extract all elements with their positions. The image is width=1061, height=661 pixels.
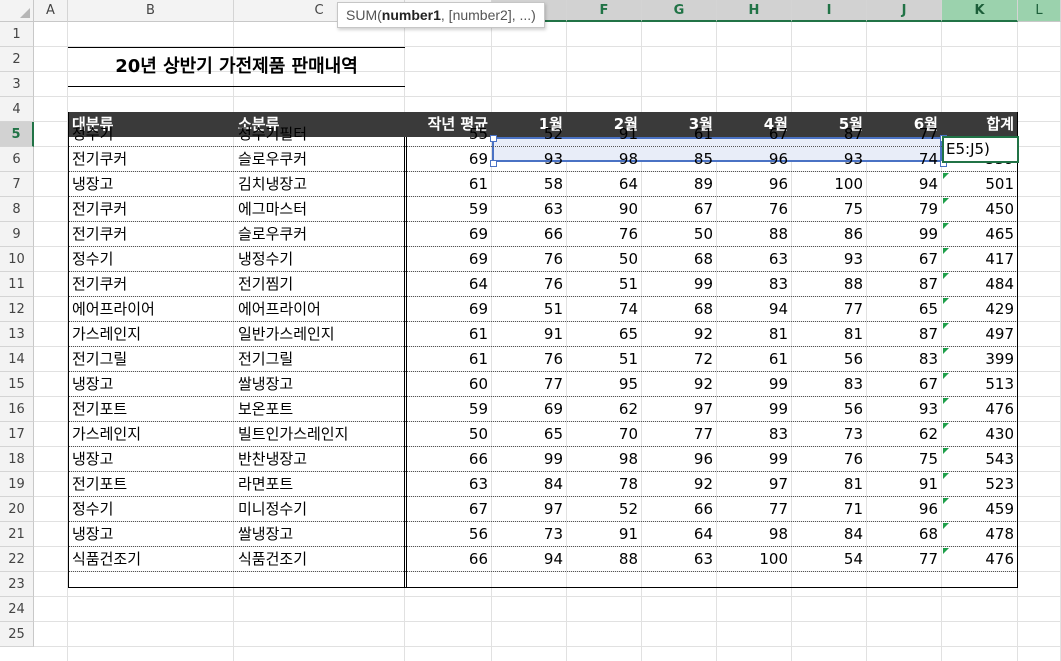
row-header-18[interactable]: 18 <box>0 447 34 472</box>
row-header-7[interactable]: 7 <box>0 172 34 197</box>
tooltip-function-name: SUM( <box>346 7 382 23</box>
row-header-21[interactable]: 21 <box>0 522 34 547</box>
column-header-k[interactable]: K <box>942 0 1018 22</box>
column-header-j[interactable]: J <box>867 0 942 22</box>
tooltip-current-argument: number1 <box>381 7 441 23</box>
row-header-19[interactable]: 19 <box>0 472 34 497</box>
row-header-11[interactable]: 11 <box>0 272 34 297</box>
row-header-23[interactable]: 23 <box>0 572 34 597</box>
row-header-5[interactable]: 5 <box>0 122 34 147</box>
column-header-i[interactable]: I <box>792 0 867 22</box>
row-header-3[interactable]: 3 <box>0 72 34 97</box>
row-header-10[interactable]: 10 <box>0 247 34 272</box>
function-argument-tooltip: SUM(number1, [number2], ...) <box>337 2 545 28</box>
row-header-6[interactable]: 6 <box>0 147 34 172</box>
row-header-8[interactable]: 8 <box>0 197 34 222</box>
active-cell-formula-text[interactable]: E5:J5) <box>944 137 1017 162</box>
sheet-title[interactable]: 20년 상반기 가전제품 판매내역 <box>68 47 405 87</box>
row-header-24[interactable]: 24 <box>0 597 34 622</box>
active-cell-k5[interactable]: E5:J5) <box>942 136 1019 163</box>
column-divider <box>406 137 407 588</box>
tooltip-remaining-arguments: , [number2], ...) <box>440 7 536 23</box>
row-header-20[interactable]: 20 <box>0 497 34 522</box>
row-header-4[interactable]: 4 <box>0 97 34 122</box>
row-header-14[interactable]: 14 <box>0 347 34 372</box>
column-header-a[interactable]: A <box>34 0 68 22</box>
gridline-horizontal <box>34 96 1061 97</box>
row-header-17[interactable]: 17 <box>0 422 34 447</box>
gridline-horizontal <box>34 621 1061 622</box>
column-header-l[interactable]: L <box>1018 0 1061 22</box>
column-header-g[interactable]: G <box>642 0 717 22</box>
row-header-25[interactable]: 25 <box>0 622 34 647</box>
row-header-12[interactable]: 12 <box>0 297 34 322</box>
row-header-22[interactable]: 22 <box>0 547 34 572</box>
select-all-corner[interactable] <box>0 0 34 22</box>
gridline-horizontal <box>34 646 1061 647</box>
column-header-b[interactable]: B <box>68 0 234 22</box>
range-handle[interactable] <box>490 135 497 142</box>
column-divider <box>404 137 405 588</box>
row-header-1[interactable]: 1 <box>0 22 34 47</box>
row-header-15[interactable]: 15 <box>0 372 34 397</box>
row-header-2[interactable]: 2 <box>0 47 34 72</box>
row-header-9[interactable]: 9 <box>0 222 34 247</box>
range-handle[interactable] <box>490 160 497 167</box>
column-header-h[interactable]: H <box>717 0 792 22</box>
gridline-horizontal <box>34 596 1061 597</box>
spreadsheet-grid[interactable]: ABCDEFGHIJKL1234567891011121314151617181… <box>0 0 1061 661</box>
table-border <box>68 112 1018 588</box>
row-header-13[interactable]: 13 <box>0 322 34 347</box>
column-header-f[interactable]: F <box>567 0 642 22</box>
row-header-16[interactable]: 16 <box>0 397 34 422</box>
